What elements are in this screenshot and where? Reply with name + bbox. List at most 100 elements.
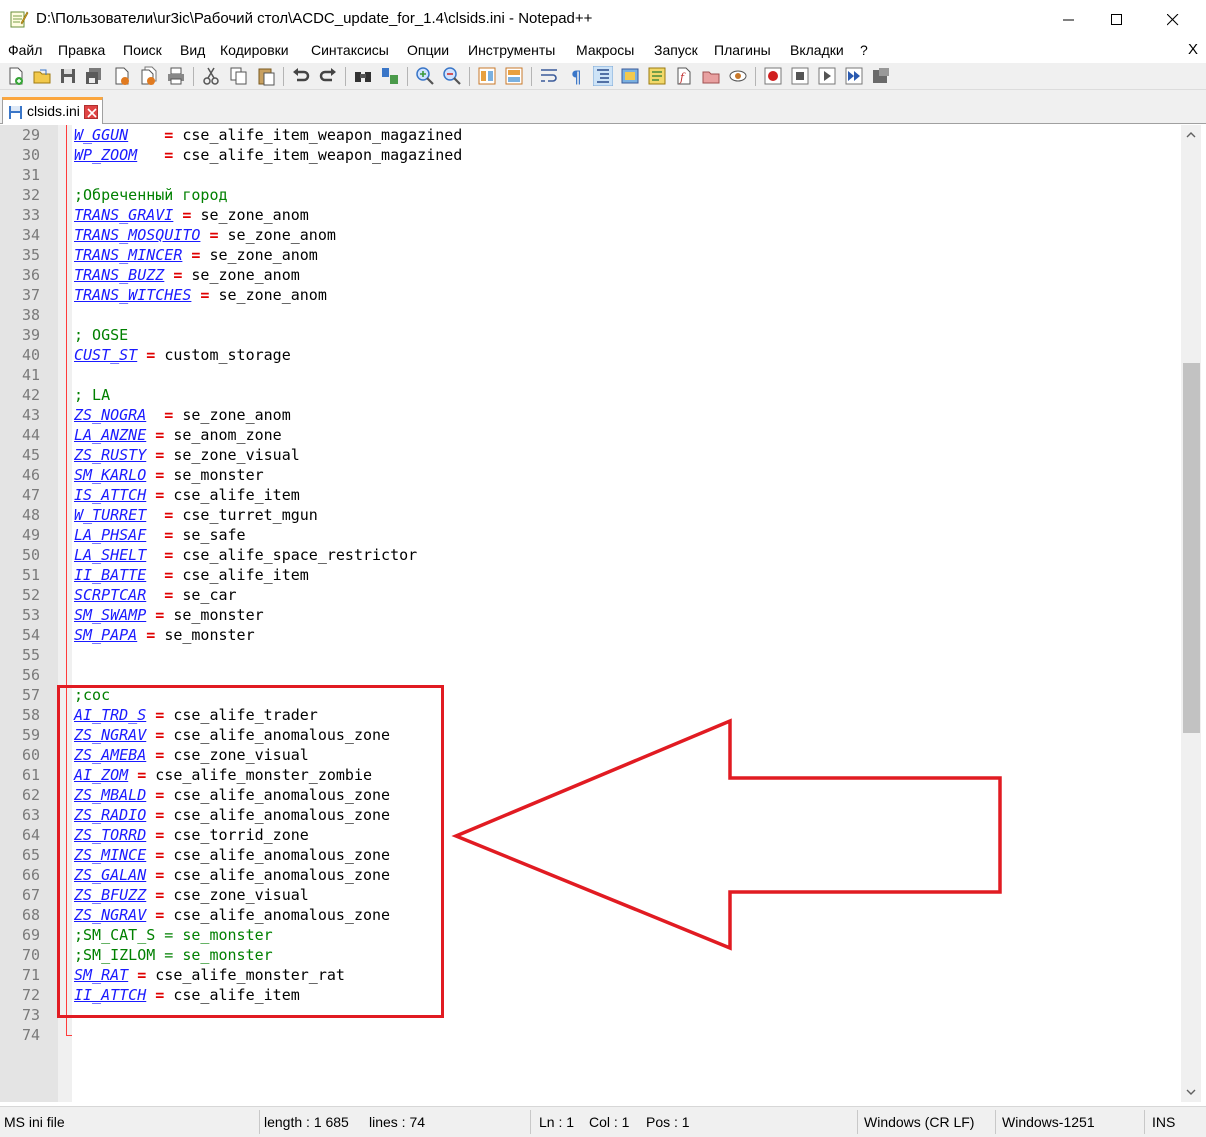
svg-text:¶: ¶ [571, 68, 582, 86]
assign-operator: = [182, 246, 210, 264]
scroll-up-icon[interactable] [1181, 125, 1201, 145]
close-icon [1167, 14, 1179, 26]
code-line[interactable]: ;Обреченный город [74, 185, 228, 205]
line-number: 69 [21, 926, 40, 944]
minimize-button[interactable] [1046, 0, 1092, 40]
undo-icon[interactable] [291, 66, 311, 86]
menu-file[interactable]: Файл [8, 42, 42, 58]
paste-icon[interactable] [256, 66, 276, 86]
code-line[interactable]: SM_KARLO = se_monster [74, 465, 264, 485]
code-line[interactable]: LA_PHSAF = se_safe [74, 525, 246, 545]
menu-help[interactable]: ? [860, 42, 868, 58]
code-line[interactable]: ; LA [74, 385, 110, 405]
code-line[interactable]: W_GGUN = cse_alife_item_weapon_magazined [74, 125, 462, 145]
line-number: 74 [21, 1026, 40, 1044]
run-macro-multiple-icon[interactable] [844, 66, 864, 86]
line-number: 57 [21, 686, 40, 704]
close-all-icon[interactable] [139, 66, 159, 86]
menu-options[interactable]: Опции [407, 42, 449, 58]
code-line[interactable]: WP_ZOOM = cse_alife_item_weapon_magazine… [74, 145, 462, 165]
ini-value: cse_alife_item [173, 486, 300, 504]
ini-value: se_zone_anom [209, 246, 318, 264]
indent-guide-icon[interactable] [593, 66, 613, 86]
status-encoding: Windows-1251 [1002, 1114, 1095, 1130]
code-line[interactable]: TRANS_MOSQUITO = se_zone_anom [74, 225, 336, 245]
replace-icon[interactable] [380, 66, 400, 86]
code-line[interactable]: SCRPTCAR = se_car [74, 585, 237, 605]
assign-operator: = [137, 626, 165, 644]
code-line[interactable]: ZS_RUSTY = se_zone_visual [74, 445, 300, 465]
code-line[interactable]: TRANS_WITCHES = se_zone_anom [74, 285, 327, 305]
code-line[interactable]: IS_ATTCH = cse_alife_item [74, 485, 300, 505]
tab-clsids-ini[interactable]: clsids.ini [2, 97, 103, 124]
assign-operator: = [146, 526, 183, 544]
status-lines: lines : 74 [369, 1114, 426, 1130]
line-number: 70 [21, 946, 40, 964]
menu-edit[interactable]: Правка [58, 42, 105, 58]
sync-horizontal-icon[interactable] [504, 66, 524, 86]
menu-tools[interactable]: Инструменты [468, 42, 555, 58]
code-line[interactable]: TRANS_MINCER = se_zone_anom [74, 245, 318, 265]
redo-icon[interactable] [318, 66, 338, 86]
project-icon[interactable] [701, 66, 721, 86]
function-list-icon[interactable] [647, 66, 667, 86]
save-macro-icon[interactable] [871, 66, 891, 86]
ini-key: TRANS_BUZZ [74, 266, 165, 284]
comment-text: ; OGSE [74, 326, 129, 344]
menu-view[interactable]: Вид [180, 42, 205, 58]
code-line[interactable]: II_BATTE = cse_alife_item [74, 565, 309, 585]
menu-syntax[interactable]: Синтаксисы [311, 42, 389, 58]
maximize-button[interactable] [1094, 0, 1140, 40]
open-file-icon[interactable] [32, 66, 52, 86]
scroll-down-icon[interactable] [1181, 1082, 1201, 1102]
menu-plugins[interactable]: Плагины [714, 42, 771, 58]
save-all-icon[interactable] [84, 66, 104, 86]
cut-icon[interactable] [201, 66, 221, 86]
code-line[interactable]: TRANS_BUZZ = se_zone_anom [74, 265, 300, 285]
code-line[interactable]: W_TURRET = cse_turret_mgun [74, 505, 318, 525]
word-wrap-icon[interactable] [539, 66, 559, 86]
vertical-scrollbar[interactable] [1181, 125, 1201, 1102]
record-macro-icon[interactable] [763, 66, 783, 86]
close-window-button[interactable] [1150, 0, 1196, 40]
tab-close-button[interactable] [84, 105, 98, 119]
code-line[interactable]: ; OGSE [74, 325, 128, 345]
menu-search[interactable]: Поиск [123, 42, 162, 58]
play-macro-icon[interactable] [817, 66, 837, 86]
line-number: 39 [21, 326, 40, 344]
menu-macros[interactable]: Макросы [576, 42, 634, 58]
stop-macro-icon[interactable] [790, 66, 810, 86]
line-number: 49 [21, 526, 40, 544]
sync-vertical-icon[interactable] [477, 66, 497, 86]
menu-encoding[interactable]: Кодировки [220, 42, 289, 58]
new-file-icon[interactable] [6, 66, 26, 86]
monitoring-icon[interactable] [728, 66, 748, 86]
code-line[interactable]: ZS_NOGRA = se_zone_anom [74, 405, 291, 425]
print-icon[interactable] [166, 66, 186, 86]
scrollbar-thumb[interactable] [1183, 363, 1200, 733]
code-line[interactable]: SM_SWAMP = se_monster [74, 605, 264, 625]
code-line[interactable]: LA_SHELT = cse_alife_space_restrictor [74, 545, 417, 565]
close-document-button[interactable]: X [1188, 41, 1198, 58]
status-insert-mode: INS [1152, 1114, 1176, 1130]
menu-tabs[interactable]: Вкладки [790, 42, 844, 58]
ini-value: cse_alife_space_restrictor [182, 546, 418, 564]
code-line[interactable]: CUST_ST = custom_storage [74, 345, 291, 365]
code-line[interactable]: TRANS_GRAVI = se_zone_anom [74, 205, 309, 225]
copy-icon[interactable] [229, 66, 249, 86]
save-icon[interactable] [58, 66, 78, 86]
ini-value: se_zone_anom [218, 286, 327, 304]
code-line[interactable]: SM_PAPA = se_monster [74, 625, 255, 645]
zoom-out-icon[interactable] [442, 66, 462, 86]
zoom-in-icon[interactable] [415, 66, 435, 86]
find-icon[interactable] [353, 66, 373, 86]
code-line[interactable]: LA_ANZNE = se_anom_zone [74, 425, 282, 445]
folder-as-workspace-icon[interactable]: f [674, 66, 694, 86]
close-file-icon[interactable] [112, 66, 132, 86]
menu-run[interactable]: Запуск [654, 42, 698, 58]
ini-key: SM_PAPA [74, 626, 138, 644]
document-map-icon[interactable] [620, 66, 640, 86]
ini-key: TRANS_GRAVI [74, 206, 174, 224]
ini-value: se_monster [173, 466, 264, 484]
show-all-chars-icon[interactable]: ¶ [566, 66, 586, 86]
